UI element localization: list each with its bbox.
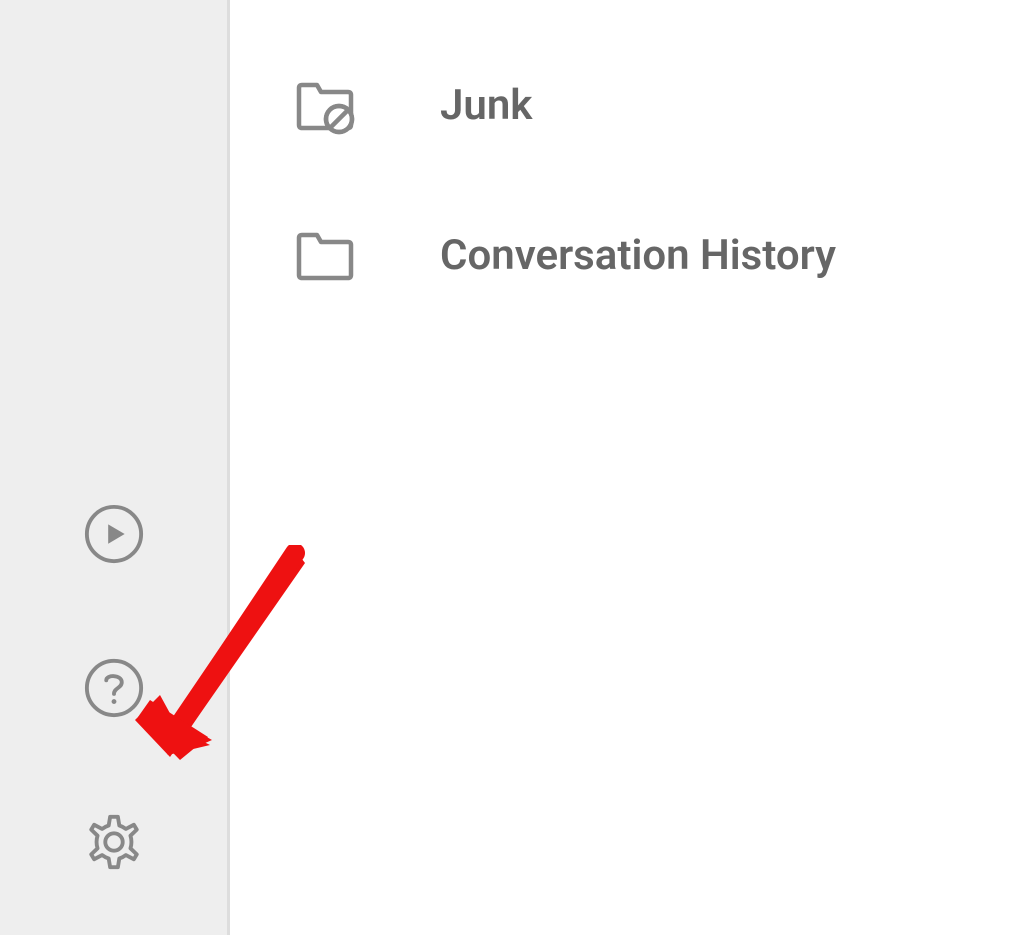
settings-button[interactable] — [82, 811, 146, 875]
sidebar-bottom-icons — [0, 503, 227, 875]
help-icon — [83, 657, 145, 722]
folder-label: Junk — [440, 81, 532, 130]
folder-junk-icon — [290, 70, 360, 140]
folder-label: Conversation History — [440, 231, 836, 280]
help-button[interactable] — [82, 657, 146, 721]
folder-item-junk[interactable]: Junk — [230, 30, 1024, 180]
folder-item-conversation-history[interactable]: Conversation History — [230, 180, 1024, 330]
left-sidebar — [0, 0, 230, 935]
gear-icon — [83, 811, 145, 876]
play-icon — [83, 503, 145, 568]
folder-list-panel: Junk Conversation History — [230, 0, 1024, 935]
play-button[interactable] — [82, 503, 146, 567]
folder-icon — [290, 220, 360, 290]
